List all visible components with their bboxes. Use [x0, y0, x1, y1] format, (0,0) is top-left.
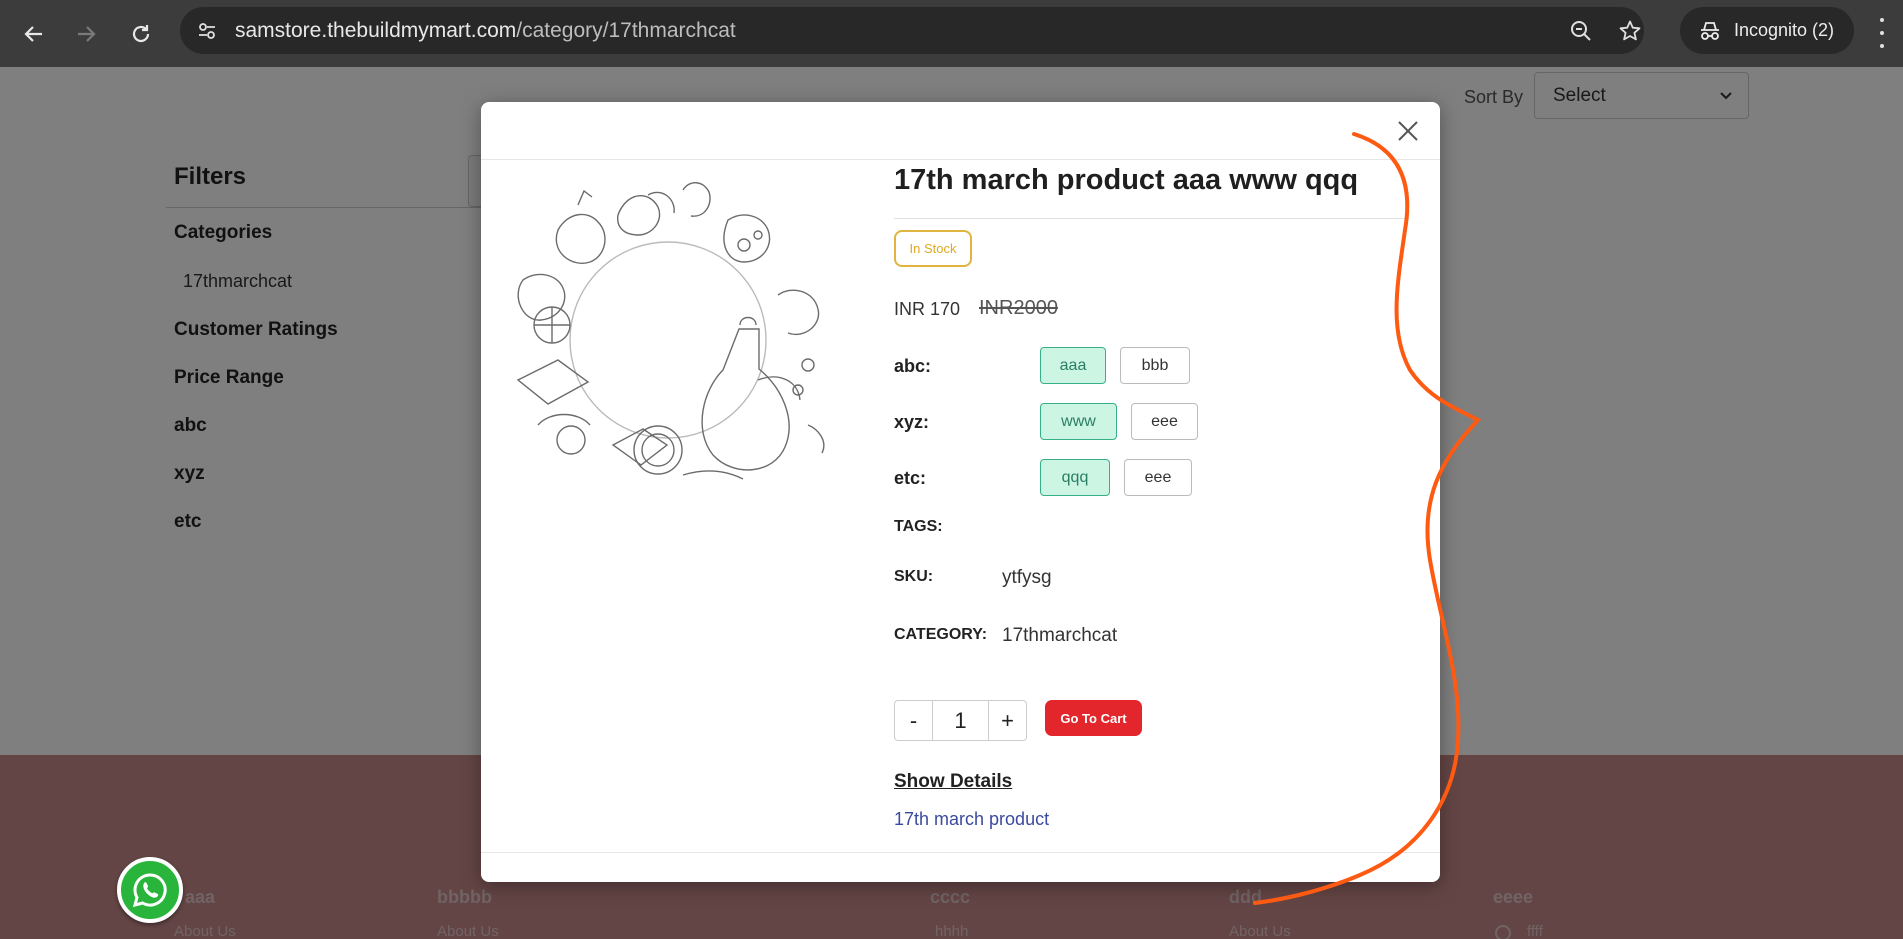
product-price: INR 170: [894, 299, 961, 319]
divider: [481, 852, 1440, 853]
option-label-abc: abc:: [894, 356, 932, 376]
quantity-decrement-button[interactable]: -: [895, 701, 932, 740]
category-label: CATEGORY:: [894, 626, 988, 643]
incognito-indicator[interactable]: Incognito (2): [1680, 7, 1854, 54]
close-icon: [1398, 121, 1418, 141]
divider: [894, 218, 1409, 219]
incognito-label: Incognito (2): [1734, 20, 1835, 40]
forward-button[interactable]: [66, 14, 106, 54]
divider: [481, 159, 1440, 160]
quantity-value[interactable]: 1: [932, 701, 989, 740]
stock-badge: In Stock: [894, 230, 972, 267]
tags-label: TAGS:: [894, 518, 943, 535]
arrow-right-icon: [78, 26, 96, 42]
option-xyz-eee[interactable]: eee: [1131, 403, 1198, 440]
url-text: samstore.thebuildmymart.com/category/17t…: [235, 19, 736, 43]
show-details-link[interactable]: Show Details: [894, 771, 1012, 793]
product-title: 17th march product aaa www qqq: [894, 164, 1359, 196]
url-path: /category/17thmarchcat: [516, 19, 736, 42]
reload-button[interactable]: [121, 14, 161, 54]
option-abc-bbb[interactable]: bbb: [1120, 347, 1190, 384]
close-button[interactable]: [1393, 116, 1423, 146]
site-settings-icon[interactable]: [194, 18, 220, 44]
sku-label: SKU:: [894, 568, 934, 585]
product-image: [516, 182, 825, 480]
reload-icon: [132, 25, 150, 43]
category-value[interactable]: 17thmarchcat: [1002, 625, 1117, 647]
product-short-description: 17th march product: [894, 809, 1050, 829]
option-etc-eee[interactable]: eee: [1124, 459, 1192, 496]
whatsapp-icon: [132, 873, 167, 908]
address-bar[interactable]: samstore.thebuildmymart.com/category/17t…: [180, 7, 1644, 54]
product-old-price: INR2000: [979, 297, 1058, 319]
url-host: samstore.thebuildmymart.com: [235, 19, 517, 42]
arrow-left-icon: [24, 26, 42, 42]
incognito-icon: [1701, 21, 1719, 40]
browser-menu-icon[interactable]: [1872, 18, 1892, 48]
go-to-cart-button[interactable]: Go To Cart: [1045, 700, 1142, 736]
quick-view-modal: 17th march product aaa www qqq In Stock …: [481, 102, 1440, 882]
option-etc-qqq[interactable]: qqq: [1040, 459, 1110, 496]
bookmark-star-icon[interactable]: [1616, 17, 1644, 45]
quantity-increment-button[interactable]: +: [989, 701, 1026, 740]
quantity-stepper: - 1 +: [894, 700, 1027, 741]
option-xyz-www[interactable]: www: [1040, 403, 1117, 440]
browser-toolbar: samstore.thebuildmymart.com/category/17t…: [0, 0, 1903, 67]
zoom-icon[interactable]: [1567, 17, 1595, 45]
option-label-etc: etc:: [894, 468, 927, 488]
whatsapp-chat-button[interactable]: [117, 857, 183, 923]
option-abc-aaa[interactable]: aaa: [1040, 347, 1106, 384]
sku-value: ytfysg: [1002, 567, 1052, 588]
back-button[interactable]: [14, 14, 54, 54]
option-label-xyz: xyz:: [894, 412, 930, 432]
